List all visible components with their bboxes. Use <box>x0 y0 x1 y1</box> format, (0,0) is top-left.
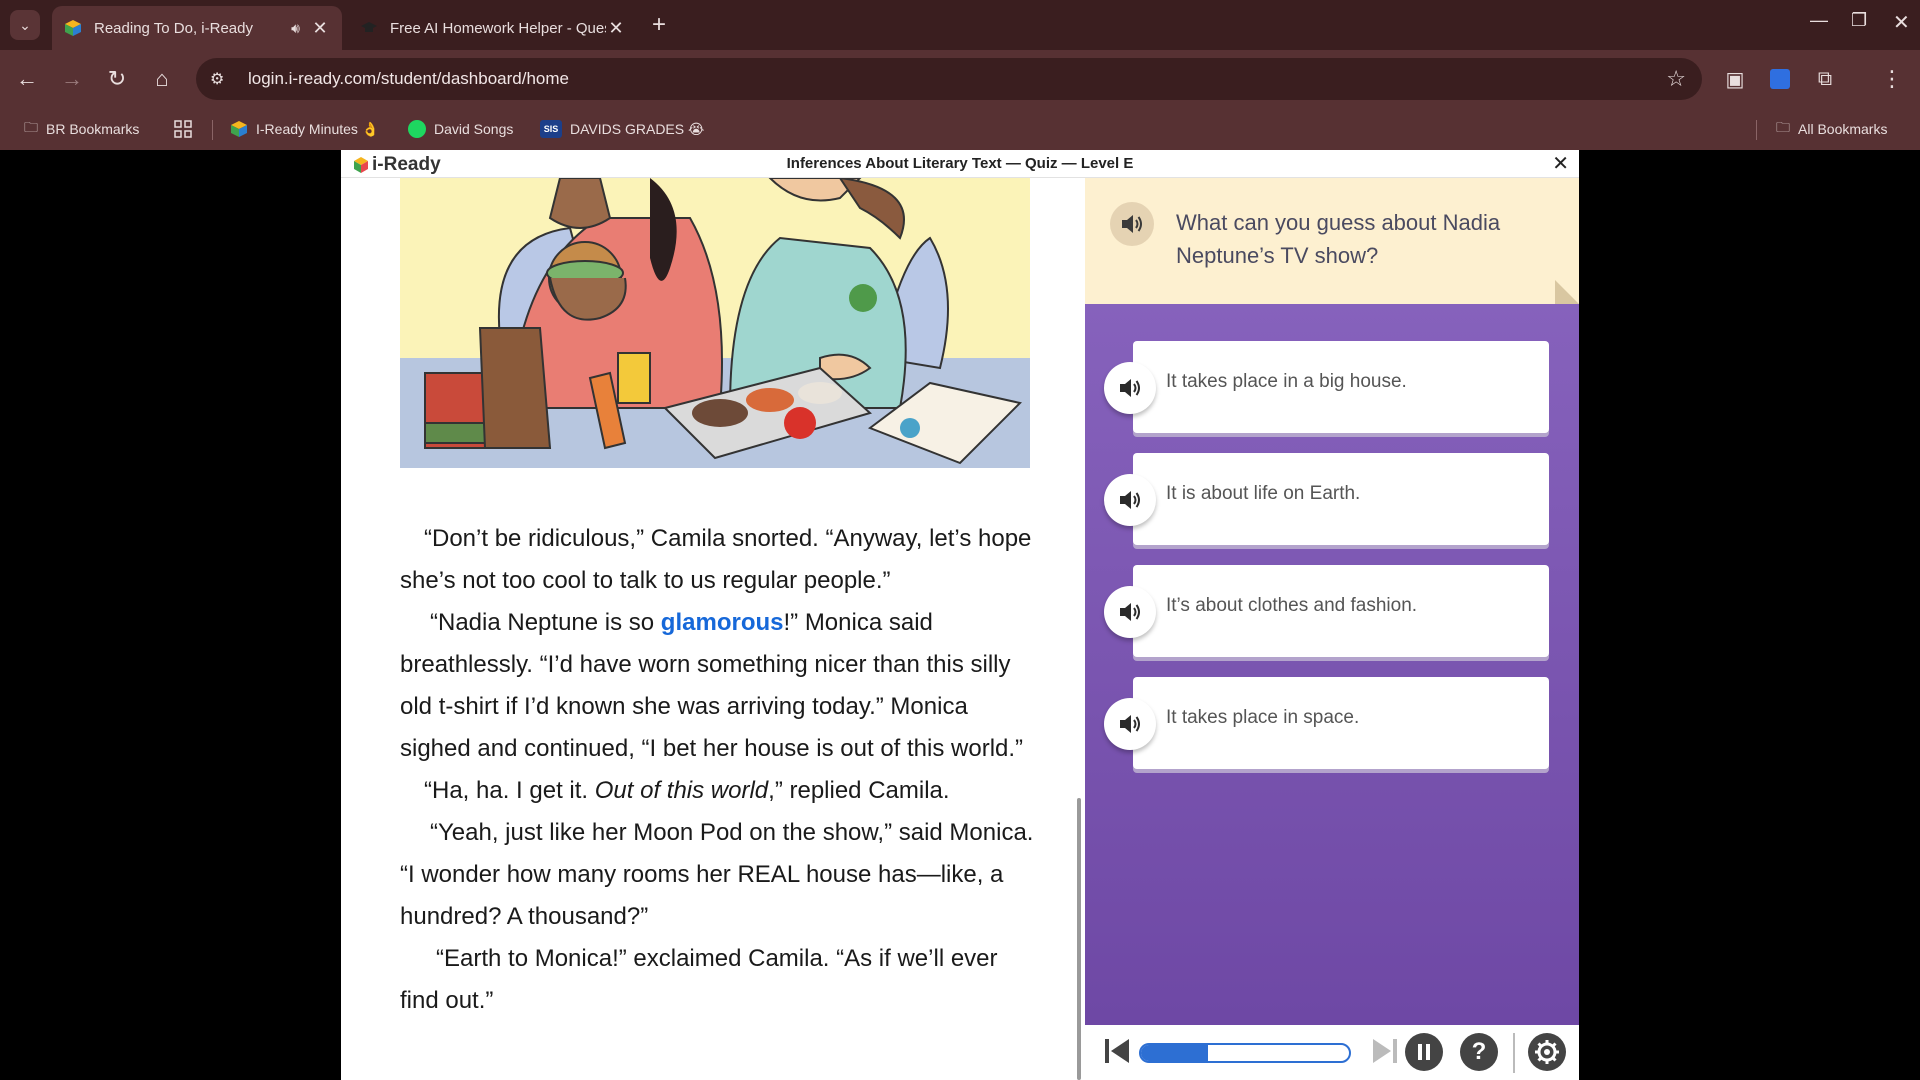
spotify-icon <box>408 120 426 138</box>
tab-strip: ⌄ Reading To Do, i-Ready 🔊︎ ✕ Free AI Ho… <box>0 0 1920 50</box>
answer-3-audio-button[interactable] <box>1104 586 1156 638</box>
speaker-icon <box>1120 603 1140 621</box>
answer-text: It is about life on Earth. <box>1166 483 1361 504</box>
question-text: What can you guess about Nadia Neptune’s… <box>1176 210 1501 268</box>
puzzle-icon[interactable]: ⧉ <box>1810 64 1840 94</box>
gear-icon <box>1528 1033 1566 1071</box>
url-text[interactable]: login.i-ready.com/student/dashboard/home <box>248 69 569 89</box>
answer-2-audio-button[interactable] <box>1104 474 1156 526</box>
progress-fill <box>1141 1045 1208 1061</box>
speaker-icon <box>1120 715 1140 733</box>
passage-paragraph: “Don’t be ridiculous,” Camila snorted. “… <box>400 525 1032 594</box>
quiz-title: Inferences About Literary Text — Quiz — … <box>786 155 1134 172</box>
pause-button[interactable] <box>1405 1033 1443 1071</box>
story-passage: “Don’t be ridiculous,” Camila snorted. “… <box>400 518 1040 1022</box>
bookmarks-bar: 🗀 BR Bookmarks I-Ready Minutes 👌 David S… <box>0 108 1920 150</box>
story-illustration <box>400 178 1030 468</box>
bookmark-separator <box>1756 120 1757 140</box>
bookmark-br[interactable]: 🗀 BR Bookmarks <box>24 116 139 142</box>
help-icon: ? <box>1460 1033 1498 1071</box>
browser-toolbar: ← → ↻ ⌂ ⚙ login.i-ready.com/student/dash… <box>0 50 1920 108</box>
grid-icon <box>174 120 192 138</box>
all-bookmarks[interactable]: 🗀 All Bookmarks <box>1776 116 1887 142</box>
tab-title: Free AI Homework Helper - Quest <box>390 19 606 37</box>
bookmark-star-icon[interactable]: ☆ <box>1666 66 1686 92</box>
restore-icon[interactable]: ❐ <box>1851 10 1867 31</box>
page-fold <box>1555 280 1579 304</box>
reload-icon[interactable]: ↻ <box>102 64 132 94</box>
tab-search-button[interactable]: ⌄ <box>10 10 40 40</box>
folder-icon: 🗀 <box>24 119 38 135</box>
sis-icon: SIS <box>540 120 562 138</box>
iready-app: i-Ready Inferences About Literary Text —… <box>341 150 1579 1080</box>
passage-paragraph: “Yeah, just like her Moon Pod on the sho… <box>400 819 1034 930</box>
close-icon[interactable]: ✕ <box>1552 151 1569 176</box>
iready-favicon-icon <box>65 20 81 36</box>
skip-back-icon <box>1105 1039 1129 1063</box>
site-settings-icon[interactable]: ⚙ <box>210 69 234 89</box>
question-pane: What can you guess about Nadia Neptune’s… <box>1085 178 1579 1080</box>
app-header: i-Ready Inferences About Literary Text —… <box>341 150 1579 178</box>
chevron-down-icon: ⌄ <box>19 16 31 33</box>
speaker-icon <box>1122 215 1142 233</box>
iready-favicon-icon <box>231 121 247 137</box>
answer-choice-4[interactable]: It takes place in space. <box>1133 677 1549 769</box>
close-tab-icon[interactable]: ✕ <box>310 18 330 39</box>
passage-paragraph: “Nadia Neptune is so glamorous!” Monica … <box>400 609 1024 762</box>
graduation-cap-icon <box>361 22 377 32</box>
answer-choice-1[interactable]: It takes place in a big house. <box>1133 341 1549 433</box>
pause-icon <box>1405 1033 1443 1071</box>
minimize-icon[interactable]: — <box>1810 10 1828 31</box>
speaker-icon[interactable]: 🔊︎ <box>291 20 300 37</box>
tab-iready[interactable]: Reading To Do, i-Ready 🔊︎ ✕ <box>52 6 342 50</box>
speaker-icon <box>1120 379 1140 397</box>
close-window-icon[interactable]: ✕ <box>1893 10 1910 35</box>
skip-back-button[interactable] <box>1103 1036 1131 1066</box>
answer-4-audio-button[interactable] <box>1104 698 1156 750</box>
extension-icon[interactable]: ▣ <box>1720 64 1750 94</box>
tab-title: Reading To Do, i-Ready <box>94 19 253 37</box>
passage-scrollbar[interactable] <box>1077 798 1081 1080</box>
close-tab-icon[interactable]: ✕ <box>606 18 626 39</box>
player-controls: ? <box>1085 1025 1579 1080</box>
answer-choice-2[interactable]: It is about life on Earth. <box>1133 453 1549 545</box>
answer-text: It’s about clothes and fashion. <box>1166 595 1418 616</box>
answer-choice-3[interactable]: It’s about clothes and fashion. <box>1133 565 1549 657</box>
extension-blue-icon[interactable] <box>1765 64 1795 94</box>
progress-bar <box>1139 1043 1351 1063</box>
bookmark-davids-grades[interactable]: SIS DAVIDS GRADES 😭 <box>540 116 704 142</box>
apps-grid-icon[interactable] <box>174 116 192 142</box>
tab-homework-helper[interactable]: Free AI Homework Helper - Quest ✕ <box>348 6 638 50</box>
question-box: What can you guess about Nadia Neptune’s… <box>1085 178 1579 304</box>
folder-icon: 🗀 <box>1776 119 1790 135</box>
passage-paragraph: “Earth to Monica!” exclaimed Camila. “As… <box>400 945 998 1014</box>
skip-forward-button[interactable] <box>1371 1036 1399 1066</box>
help-button[interactable]: ? <box>1460 1033 1498 1071</box>
address-bar[interactable]: ⚙ login.i-ready.com/student/dashboard/ho… <box>196 58 1702 100</box>
skip-forward-icon <box>1373 1039 1397 1063</box>
question-audio-button[interactable] <box>1110 202 1154 246</box>
more-menu-icon[interactable]: ⋮ <box>1877 64 1907 94</box>
forward-arrow-icon[interactable]: → <box>57 64 87 94</box>
controls-separator <box>1513 1033 1515 1073</box>
bookmark-david-songs[interactable]: David Songs <box>408 116 513 142</box>
bookmark-iready-minutes[interactable]: I-Ready Minutes 👌 <box>230 116 379 142</box>
speaker-icon <box>1120 491 1140 509</box>
settings-button[interactable] <box>1528 1033 1566 1071</box>
passage-pane: “Don’t be ridiculous,” Camila snorted. “… <box>341 178 1081 1080</box>
passage-paragraph: “Ha, ha. I get it. Out of this world,” r… <box>424 777 950 804</box>
new-tab-icon[interactable]: + <box>652 10 666 40</box>
bookmark-separator <box>212 120 213 140</box>
home-icon[interactable]: ⌂ <box>147 64 177 94</box>
answer-1-audio-button[interactable] <box>1104 362 1156 414</box>
answer-text: It takes place in a big house. <box>1166 371 1407 392</box>
answer-text: It takes place in space. <box>1166 707 1360 728</box>
vocab-word-link[interactable]: glamorous <box>661 609 784 636</box>
back-arrow-icon[interactable]: ← <box>12 64 42 94</box>
